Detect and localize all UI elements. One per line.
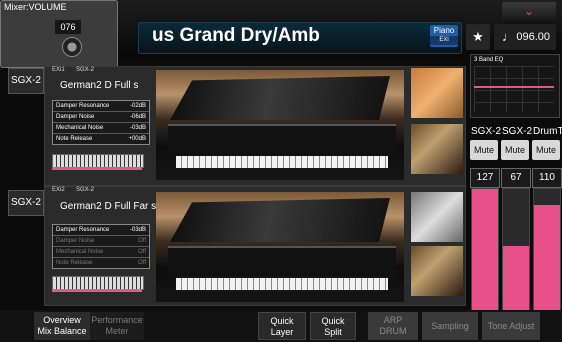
channel-1-name: SGX-2 [471,126,502,137]
tab-label-line2: Meter [105,326,129,336]
piano-lid-graphic [170,76,390,120]
piano-body-graphic [168,246,396,278]
tab-label-line1: Quick [270,316,294,326]
tab-label-line2: Mix Balance [37,326,87,336]
tone-adjust-button[interactable]: Tone Adjust [482,312,540,340]
eq-curve [474,86,554,94]
arp-drum-button[interactable]: ARP DRUM [368,312,418,340]
param-value: +00dB [128,136,146,142]
star-icon[interactable]: ★ [466,24,490,50]
param-row[interactable]: Note Release Off [53,258,149,268]
piano-keys-graphic [176,278,388,290]
param-name: Damper Resonance [56,103,110,109]
tempo-field[interactable]: ♩ 096.00 [494,24,556,50]
layer-2-params[interactable]: Damper Resonance -03dB Damper Noise Off Me… [52,224,150,269]
volume-fader-2[interactable] [502,188,530,312]
param-name: Damper Noise [56,114,95,120]
badge-engine: EXi [430,36,458,45]
tab-label: Tone Adjust [487,321,535,331]
param-value: -02dB [129,103,146,109]
piano-strings-thumbnail [411,68,463,118]
param-value: -06dB [129,114,146,120]
tab-label-line1: Quick [321,316,345,326]
tab-label-line2: DRUM [379,326,407,336]
layer-1-engine: SGX-2 [76,67,95,73]
layer-1-params[interactable]: Damper Resonance -02dB Damper Noise -06dB … [52,100,150,145]
fader-fill [503,246,529,311]
param-row[interactable]: Mechanical Noise -03dB [53,123,149,134]
eq-title: 3 Band EQ [474,57,504,63]
param-name: Note Release [56,260,93,266]
key-range-bar [52,167,142,170]
layer-tag-1[interactable]: SGX-2 [8,68,44,94]
badge-category: Piano [433,26,455,35]
param-row[interactable]: Damper Noise -06dB [53,112,149,123]
param-value: -03dB [129,227,146,233]
chevron-down-icon[interactable]: ⌄ [502,2,556,20]
volume-knob-icon[interactable] [62,37,82,57]
layer-2-engine: SGX-2 [76,187,95,193]
fader-fill [534,204,560,311]
layer-1-exi: EXi1 [52,67,65,73]
param-value: Off [138,238,146,244]
param-name: Damper Resonance [56,227,110,233]
key-range-keyboard[interactable] [52,154,144,168]
piano-hammers-thumbnail [411,246,463,296]
quick-split-button[interactable]: Quick Split [310,312,356,340]
volume-value-2[interactable]: 67 [501,168,531,188]
mixer-volume-value: 076 [55,20,81,34]
piano-strings-thumbnail [411,192,463,242]
channel-2-name: SGX-2 [502,126,533,137]
mute-button-2[interactable]: Mute [501,140,529,160]
param-value: Off [138,249,146,255]
tab-performance-meter[interactable]: Performance Meter [90,312,144,340]
param-row[interactable]: Mechanical Noise Off [53,247,149,258]
param-name: Mechanical Noise [56,249,104,255]
volume-value-1[interactable]: 127 [470,168,500,188]
param-row[interactable]: Damper Resonance -02dB [53,101,149,112]
quick-layer-button[interactable]: Quick Layer [258,312,306,340]
param-value: Off [138,260,146,266]
key-range-bar [52,289,142,292]
param-name: Damper Noise [56,238,95,244]
tab-label: Sampling [431,321,469,331]
piano-hammers-thumbnail [411,124,463,174]
volume-fader-3[interactable] [533,188,561,312]
quarter-note-icon: ♩ [502,29,515,44]
tab-label-line2: Split [324,327,342,337]
tab-overview-mix-balance[interactable]: Overview Mix Balance [34,312,90,340]
layer-2-exi: EXi2 [52,187,65,193]
param-row[interactable]: Note Release +00dB [53,134,149,144]
param-row[interactable]: Damper Noise Off [53,236,149,247]
mute-button-3[interactable]: Mute [532,140,560,160]
volume-value-3[interactable]: 110 [532,168,562,188]
category-badge: Piano EXi [430,25,458,47]
tab-label-line1: ARP [383,315,403,325]
tab-label-line2: Layer [270,327,294,337]
tab-label-line1: Performance [91,315,143,325]
tab-label-line1: Overview [43,315,81,325]
param-name: Note Release [56,136,93,142]
piano-body-graphic [168,124,396,156]
volume-fader-1[interactable] [471,188,499,312]
piano-lid-graphic [170,198,390,242]
layer-1-program-name[interactable]: German2 D Full s [60,80,138,91]
fader-fill [472,189,498,311]
piano-keys-graphic [176,156,388,168]
mixer-popup-title: Mixer:VOLUME [4,2,67,12]
mute-button-1[interactable]: Mute [470,140,498,160]
key-range-keyboard[interactable] [52,276,144,290]
param-name: Mechanical Noise [56,125,104,131]
program-title: us Grand Dry/Amb [152,25,320,46]
layer-tag-2[interactable]: SGX-2 [8,190,44,216]
param-value: -03dB [129,125,146,131]
tempo-value: 096.00 [516,31,550,43]
sampling-button[interactable]: Sampling [422,312,478,340]
channel-3-name: DrumT [533,126,562,137]
param-row[interactable]: Damper Resonance -03dB [53,225,149,236]
layer-2-program-name[interactable]: German2 D Full Far s [60,201,156,212]
